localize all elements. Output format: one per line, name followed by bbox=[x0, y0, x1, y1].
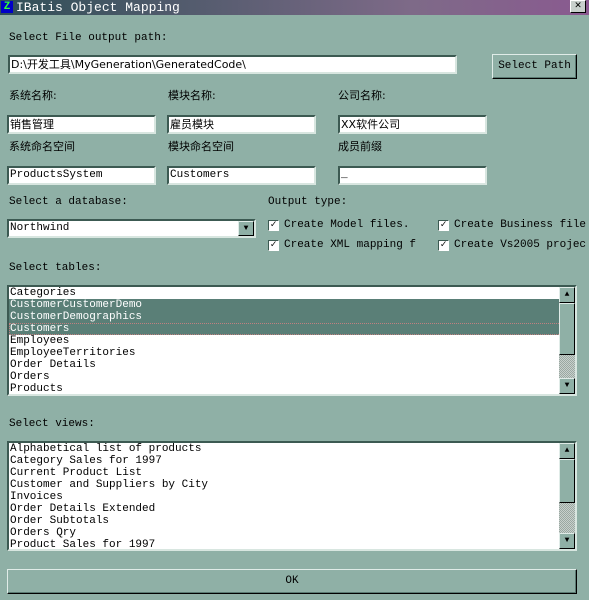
ok-button[interactable]: OK bbox=[7, 569, 577, 594]
tables-list[interactable]: Categories CustomerCustomerDemo CustomerDe… bbox=[7, 285, 577, 396]
list-item[interactable]: Alphabetical list of products bbox=[9, 443, 575, 455]
database-label: Select a database: bbox=[9, 196, 128, 208]
tables-scrollbar[interactable]: ▲ ▼ bbox=[559, 287, 575, 394]
module-name-label: 模块名称: bbox=[168, 89, 216, 102]
database-select[interactable]: Northwind ▼ bbox=[7, 219, 256, 238]
list-item[interactable]: Order Subtotals bbox=[9, 515, 575, 527]
list-item[interactable]: Category Sales for 1997 bbox=[9, 455, 575, 467]
database-value: Northwind bbox=[10, 222, 70, 234]
list-item[interactable]: Current Product List bbox=[9, 467, 575, 479]
list-item[interactable]: EmployeeTerritories bbox=[9, 347, 575, 359]
list-item[interactable]: CustomerCustomerDemo bbox=[9, 299, 575, 311]
list-item[interactable]: Customers bbox=[9, 323, 575, 335]
check-icon[interactable]: ✓ bbox=[268, 240, 279, 251]
system-name-input[interactable]: 销售管理 bbox=[7, 115, 156, 134]
check-icon[interactable]: ✓ bbox=[438, 220, 449, 231]
scroll-down-icon[interactable]: ▼ bbox=[559, 378, 575, 394]
scroll-thumb[interactable] bbox=[559, 459, 575, 503]
scroll-up-icon[interactable]: ▲ bbox=[559, 443, 575, 459]
module-namespace-input[interactable]: Customers bbox=[167, 166, 316, 185]
list-item[interactable]: Orders bbox=[9, 371, 575, 383]
views-label: Select views: bbox=[9, 418, 95, 430]
list-item[interactable]: Invoices bbox=[9, 491, 575, 503]
check-icon[interactable]: ✓ bbox=[268, 220, 279, 231]
close-button[interactable]: ✕ bbox=[570, 0, 586, 13]
scroll-up-icon[interactable]: ▲ bbox=[559, 287, 575, 303]
output-path-input[interactable]: D:\开发工具\MyGeneration\GeneratedCode\ bbox=[8, 55, 457, 74]
company-name-input[interactable]: XX软件公司 bbox=[338, 115, 487, 134]
chevron-down-icon[interactable]: ▼ bbox=[238, 221, 254, 236]
member-prefix-label: 成员前缀 bbox=[338, 140, 382, 153]
list-item[interactable]: Employees bbox=[9, 335, 575, 347]
module-name-input[interactable]: 雇员模块 bbox=[167, 115, 316, 134]
list-item[interactable]: Order Details Extended bbox=[9, 503, 575, 515]
views-scrollbar[interactable]: ▲ ▼ bbox=[559, 443, 575, 549]
scroll-down-icon[interactable]: ▼ bbox=[559, 533, 575, 549]
system-namespace-input[interactable]: ProductsSystem bbox=[7, 166, 156, 185]
list-item[interactable]: Orders Qry bbox=[9, 527, 575, 539]
member-prefix-input[interactable]: _ bbox=[338, 166, 487, 185]
check-icon[interactable]: ✓ bbox=[438, 240, 449, 251]
list-item[interactable]: CustomerDemographics bbox=[9, 311, 575, 323]
list-item[interactable]: Customer and Suppliers by City bbox=[9, 479, 575, 491]
list-item[interactable]: Order Details bbox=[9, 359, 575, 371]
system-name-label: 系统名称: bbox=[9, 89, 57, 102]
module-namespace-label: 模块命名空间 bbox=[168, 140, 234, 153]
path-label: Select File output path: bbox=[9, 32, 168, 44]
views-list[interactable]: Alphabetical list of products Category Sa… bbox=[7, 441, 577, 551]
select-path-button[interactable]: Select Path bbox=[492, 54, 577, 79]
scroll-thumb[interactable] bbox=[559, 303, 575, 355]
output-type-label: Output type: bbox=[268, 196, 348, 208]
system-namespace-label: 系统命名空间 bbox=[9, 140, 75, 153]
company-name-label: 公司名称: bbox=[338, 89, 386, 102]
list-item[interactable]: Products bbox=[9, 383, 575, 394]
list-item[interactable]: Product Sales for 1997 bbox=[9, 539, 575, 549]
list-item[interactable]: Categories bbox=[9, 287, 575, 299]
app-icon: Z bbox=[1, 1, 13, 13]
title-bar: IBatis Object Mapping bbox=[0, 0, 589, 15]
tables-label: Select tables: bbox=[9, 262, 102, 274]
